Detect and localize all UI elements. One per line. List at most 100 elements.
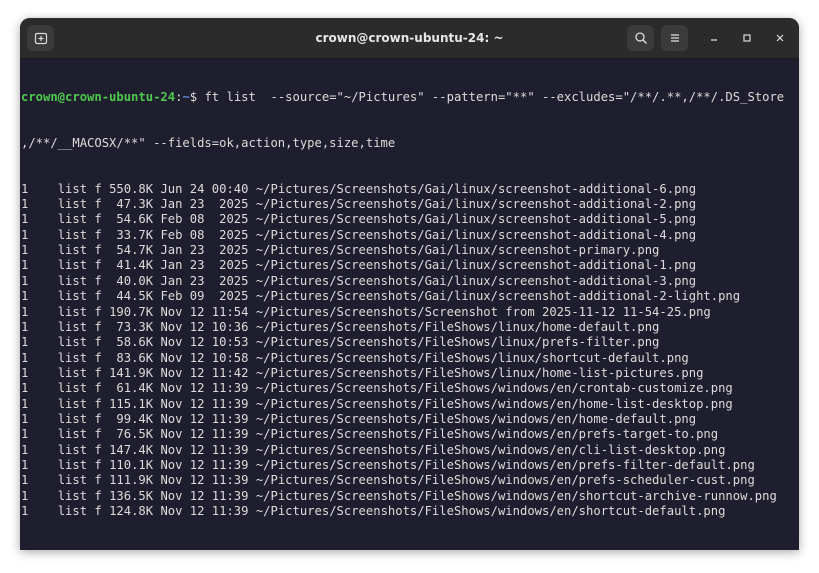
- row-time: Nov 12 11:39: [160, 442, 256, 457]
- output-row: 1 list f 44.5K Feb 09 2025 ~/Pictures/Sc…: [21, 289, 799, 304]
- row-size: 83.6K: [109, 350, 161, 365]
- row-action: list: [57, 227, 95, 242]
- row-path: ~/Pictures/Screenshots/FileShows/linux/p…: [255, 335, 660, 350]
- row-action: list: [57, 258, 95, 273]
- row-ok: 1: [21, 212, 58, 227]
- prompt-symbol: $: [189, 89, 205, 104]
- row-type: f: [94, 350, 110, 365]
- row-size: 47.3K: [109, 197, 161, 212]
- maximize-button[interactable]: [737, 28, 757, 48]
- row-action: list: [57, 181, 95, 196]
- row-time: Nov 12 10:53: [160, 335, 256, 350]
- row-size: 58.6K: [109, 335, 161, 350]
- row-action: list: [57, 503, 95, 518]
- terminal-output[interactable]: crown@crown-ubuntu-24:~$ ft list --sourc…: [20, 59, 799, 550]
- output-row: 1 list f 54.6K Feb 08 2025 ~/Pictures/Sc…: [21, 212, 799, 227]
- row-ok: 1: [21, 396, 58, 411]
- row-ok: 1: [21, 335, 58, 350]
- row-action: list: [57, 457, 95, 472]
- row-time: Jan 23 2025: [160, 258, 256, 273]
- output-row: 1 list f 33.7K Feb 08 2025 ~/Pictures/Sc…: [21, 228, 799, 243]
- row-type: f: [94, 427, 110, 442]
- output-row: 1 list f 99.4K Nov 12 11:39 ~/Pictures/S…: [21, 412, 799, 427]
- row-path: ~/Pictures/Screenshots/Gai/linux/screens…: [255, 212, 697, 227]
- row-ok: 1: [21, 427, 58, 442]
- row-size: 115.1K: [109, 396, 161, 411]
- output-row: 1 list f 47.3K Jan 23 2025 ~/Pictures/Sc…: [21, 197, 799, 212]
- row-path: ~/Pictures/Screenshots/FileShows/windows…: [255, 473, 755, 488]
- row-size: 54.6K: [109, 212, 161, 227]
- output-row: 1 list f 111.9K Nov 12 11:39 ~/Pictures/…: [21, 473, 799, 488]
- row-path: ~/Pictures/Screenshots/Gai/linux/screens…: [255, 227, 697, 242]
- prompt-path: ~: [182, 89, 190, 104]
- row-time: Nov 12 11:39: [160, 488, 256, 503]
- row-action: list: [57, 365, 95, 380]
- row-action: list: [57, 335, 95, 350]
- row-ok: 1: [21, 381, 58, 396]
- row-ok: 1: [21, 457, 58, 472]
- row-time: Nov 12 11:39: [160, 503, 256, 518]
- maximize-icon: [743, 34, 751, 42]
- row-ok: 1: [21, 181, 58, 196]
- row-ok: 1: [21, 197, 58, 212]
- row-type: f: [94, 197, 110, 212]
- row-type: f: [94, 258, 110, 273]
- close-icon: [776, 34, 784, 42]
- output-row: 1 list f 61.4K Nov 12 11:39 ~/Pictures/S…: [21, 381, 799, 396]
- search-button[interactable]: [627, 25, 654, 51]
- row-path: ~/Pictures/Screenshots/Gai/linux/screens…: [255, 243, 660, 258]
- row-time: Nov 12 11:42: [160, 365, 256, 380]
- row-ok: 1: [21, 319, 58, 334]
- row-time: Nov 12 10:58: [160, 350, 256, 365]
- row-size: 40.0K: [109, 273, 161, 288]
- output-row: 1 list f 550.8K Jun 24 00:40 ~/Pictures/…: [21, 182, 799, 197]
- title-bar[interactable]: crown@crown-ubuntu-24: ~: [20, 18, 799, 59]
- output-row: 1 list f 58.6K Nov 12 10:53 ~/Pictures/S…: [21, 335, 799, 350]
- row-path: ~/Pictures/Screenshots/FileShows/windows…: [255, 427, 719, 442]
- command-text: ft list --source="~/Pictures" --pattern=…: [204, 89, 785, 104]
- row-path: ~/Pictures/Screenshots/Gai/linux/screens…: [255, 258, 697, 273]
- row-time: Jun 24 00:40: [160, 181, 256, 196]
- row-type: f: [94, 304, 110, 319]
- row-path: ~/Pictures/Screenshots/Gai/linux/screens…: [255, 273, 697, 288]
- row-time: Feb 08 2025: [160, 227, 256, 242]
- row-time: Feb 08 2025: [160, 212, 256, 227]
- output-rows: 1 list f 550.8K Jun 24 00:40 ~/Pictures/…: [21, 182, 799, 520]
- minimize-button[interactable]: [704, 28, 724, 48]
- row-size: 111.9K: [109, 473, 161, 488]
- row-time: Jan 23 2025: [160, 273, 256, 288]
- row-type: f: [94, 181, 110, 196]
- row-action: list: [57, 488, 95, 503]
- minimize-icon: [711, 39, 717, 41]
- row-size: 190.7K: [109, 304, 161, 319]
- row-action: list: [57, 411, 95, 426]
- row-type: f: [94, 457, 110, 472]
- row-size: 110.1K: [109, 457, 161, 472]
- row-action: list: [57, 319, 95, 334]
- output-row: 1 list f 115.1K Nov 12 11:39 ~/Pictures/…: [21, 397, 799, 412]
- menu-button[interactable]: [661, 25, 688, 51]
- output-row: 1 list f 190.7K Nov 12 11:54 ~/Pictures/…: [21, 305, 799, 320]
- row-time: Jan 23 2025: [160, 243, 256, 258]
- row-size: 44.5K: [109, 289, 161, 304]
- row-ok: 1: [21, 442, 58, 457]
- row-size: 141.9K: [109, 365, 161, 380]
- row-time: Nov 12 11:39: [160, 381, 256, 396]
- row-action: list: [57, 243, 95, 258]
- row-type: f: [94, 442, 110, 457]
- output-row: 1 list f 110.1K Nov 12 11:39 ~/Pictures/…: [21, 458, 799, 473]
- terminal-window: crown@crown-ubuntu-24: ~ crown@crown-ubu…: [20, 18, 799, 550]
- output-row: 1 list f 40.0K Jan 23 2025 ~/Pictures/Sc…: [21, 274, 799, 289]
- row-path: ~/Pictures/Screenshots/Gai/linux/screens…: [255, 197, 697, 212]
- row-ok: 1: [21, 473, 58, 488]
- output-row: 1 list f 136.5K Nov 12 11:39 ~/Pictures/…: [21, 489, 799, 504]
- prompt-user: crown@crown-ubuntu-24: [21, 89, 176, 104]
- row-ok: 1: [21, 503, 58, 518]
- row-type: f: [94, 396, 110, 411]
- row-size: 99.4K: [109, 411, 161, 426]
- row-type: f: [94, 289, 110, 304]
- command-line: crown@crown-ubuntu-24:~$ ft list --sourc…: [21, 90, 799, 105]
- command-line-wrap: ,/**/__MACOSX/**" --fields=ok,action,typ…: [21, 135, 396, 150]
- row-action: list: [57, 442, 95, 457]
- close-button[interactable]: [770, 28, 790, 48]
